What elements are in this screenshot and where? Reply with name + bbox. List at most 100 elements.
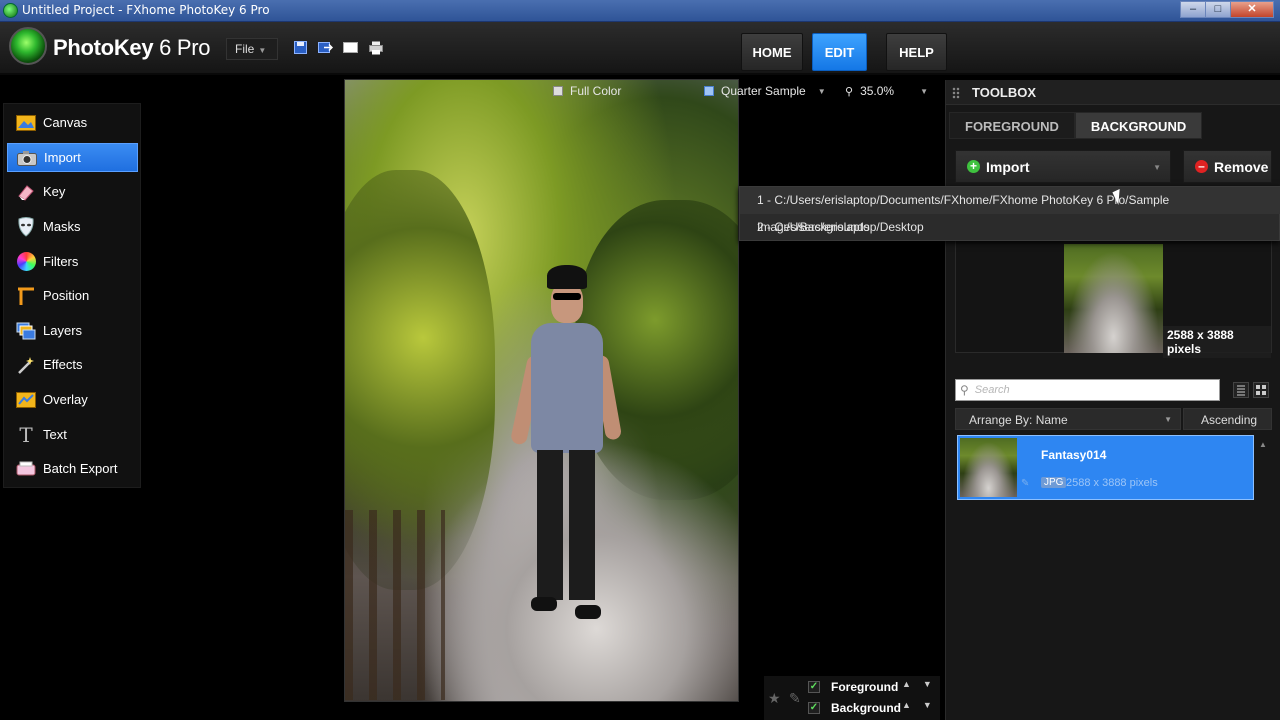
overlay-icon [15,390,37,410]
sort-order-button[interactable]: Ascending [1183,408,1272,430]
print-icon[interactable] [367,40,384,55]
person-shoe-right [575,605,601,619]
clip-icon[interactable]: ✎ [789,690,805,706]
star-icon[interactable]: ★ [768,690,784,706]
recent-folder-item[interactable]: 1 - C:/Users/erislaptop/Documents/FXhome… [740,187,1280,234]
sidebar-item-masks[interactable]: Masks [7,212,138,241]
file-menu-label: File [235,42,255,56]
person-sunglasses [553,293,581,300]
toolbox-title: TOOLBOX [972,85,1037,100]
layers-icon [15,321,37,341]
arrange-label: Arrange By: Name [969,413,1068,427]
recent-folder-item[interactable]: 2 - C:/Users/erislaptop/Desktop [740,214,1280,241]
grip-icon[interactable] [952,87,960,99]
sidebar-item-canvas[interactable]: Canvas [7,108,138,137]
preview-dimensions: 2588 x 3888 pixels [1163,326,1271,358]
sidebar-item-label: Filters [43,254,79,269]
foreground-person[interactable] [509,265,623,625]
person-head [551,283,583,323]
file-thumbnail [960,438,1017,497]
list-view-icon[interactable] [1233,382,1249,398]
sidebar-item-batch-export[interactable]: Batch Export [7,454,138,483]
close-button[interactable]: ✕ [1230,1,1274,18]
recent-folders-dropdown: 1 - C:/Users/erislaptop/Documents/FXhome… [739,186,1280,241]
chevron-down-icon[interactable]: ▼ [1153,163,1161,172]
sidebar-item-text[interactable]: T Text [7,420,138,449]
layer-visibility-bar: ★ ✎ ✓ Foreground ▲▼ ✓ Background ▲▼ [764,676,940,720]
left-sidebar: Canvas Import Key Masks Filters Position… [3,103,141,488]
sidebar-item-import[interactable]: Import [7,143,138,172]
foreground-visibility-checkbox[interactable]: ✓ [808,681,820,693]
sidebar-item-effects[interactable]: Effects [7,350,138,379]
tab-background[interactable]: BACKGROUND [1074,112,1203,139]
camera-icon [16,148,38,168]
import-button[interactable]: + Import ▼ [955,150,1171,183]
minus-icon: – [1195,160,1208,173]
zoom-dropdown[interactable]: ⚲ 35.0% ▼ [845,81,928,101]
color-mode-toggle[interactable]: Full Color [553,81,621,101]
file-name: Fantasy014 [1041,448,1107,462]
toolbox-header: TOOLBOX [946,80,1280,105]
sidebar-item-layers[interactable]: Layers [7,316,138,345]
file-menu[interactable]: File ▼ [226,38,278,60]
import-label: Import [986,158,1030,175]
search-input[interactable] [974,384,1195,396]
background-preview: 2588 x 3888 pixels [955,238,1272,358]
sidebar-item-label: Key [43,184,66,199]
batch-export-icon [15,459,37,479]
search-icon: ⚲ [960,383,969,397]
background-preview-image [1064,244,1163,353]
toolbox-panel: TOOLBOX FOREGROUND BACKGROUND + Import ▼… [945,80,1280,720]
sidebar-item-filters[interactable]: Filters [7,247,138,276]
minimize-button[interactable]: – [1180,1,1206,18]
sample-dropdown[interactable]: Quarter Sample ▼ [704,81,826,101]
position-icon [15,286,37,306]
color-mode-label: Full Color [570,84,622,98]
file-list-item[interactable]: Fantasy014 ✎ JPG 2588 x 3888 pixels [957,435,1254,500]
logo-version: 6 Pro [159,35,211,60]
logo-name: PhotoKey [53,35,154,60]
sidebar-item-label: Layers [43,323,83,338]
app-logo-text: PhotoKey 6 Pro [53,35,210,61]
background-visibility-checkbox[interactable]: ✓ [808,702,820,714]
composite-canvas[interactable] [344,79,739,702]
layer-row-foreground[interactable]: ✓ Foreground ▲▼ [808,677,932,697]
sidebar-item-position[interactable]: Position [7,281,138,310]
chevron-down-icon: ▼ [258,46,267,55]
nav-help-button[interactable]: HELP [886,33,947,71]
export-icon[interactable] [317,40,334,55]
window-titlebar: Untitled Project - FXhome PhotoKey 6 Pro… [0,0,1280,22]
person-shirt [531,323,603,453]
remove-button[interactable]: – Remove [1183,150,1272,183]
zoom-label: 35.0% [860,84,895,98]
arrange-by-dropdown[interactable]: Arrange By: Name ▼ [955,408,1181,430]
canvas-fence [345,510,445,700]
sidebar-item-key[interactable]: Key [7,177,138,206]
layer-row-background[interactable]: ✓ Background ▲▼ [808,698,932,718]
app-icon [3,3,18,18]
sidebar-item-label: Overlay [43,392,88,407]
eraser-icon [15,182,37,202]
person-legs [537,450,595,600]
scroll-up-arrow-icon[interactable]: ▲ [1259,440,1267,449]
chevron-down-icon: ▼ [1164,415,1172,424]
sample-icon [704,86,714,96]
sidebar-item-label: Position [43,288,90,303]
magic-wand-icon [15,355,37,375]
maximize-button[interactable]: □ [1205,1,1231,18]
nav-edit-button[interactable]: EDIT [812,33,867,71]
chevron-down-icon: ▼ [920,86,929,96]
save-icon[interactable] [292,40,309,55]
sample-label: Quarter Sample [721,84,806,98]
sidebar-item-label: Canvas [43,115,88,130]
tab-foreground[interactable]: FOREGROUND [949,112,1075,139]
person-hat [547,265,587,289]
chevron-down-icon: ▼ [817,86,826,96]
nav-home-button[interactable]: HOME [741,33,803,71]
screen-icon[interactable] [342,40,359,55]
sidebar-item-overlay[interactable]: Overlay [7,385,138,414]
photokey-logo-icon [9,27,47,65]
grid-view-icon[interactable] [1253,382,1269,398]
search-field[interactable]: ⚲ [955,379,1220,401]
canvas-icon [15,113,37,133]
